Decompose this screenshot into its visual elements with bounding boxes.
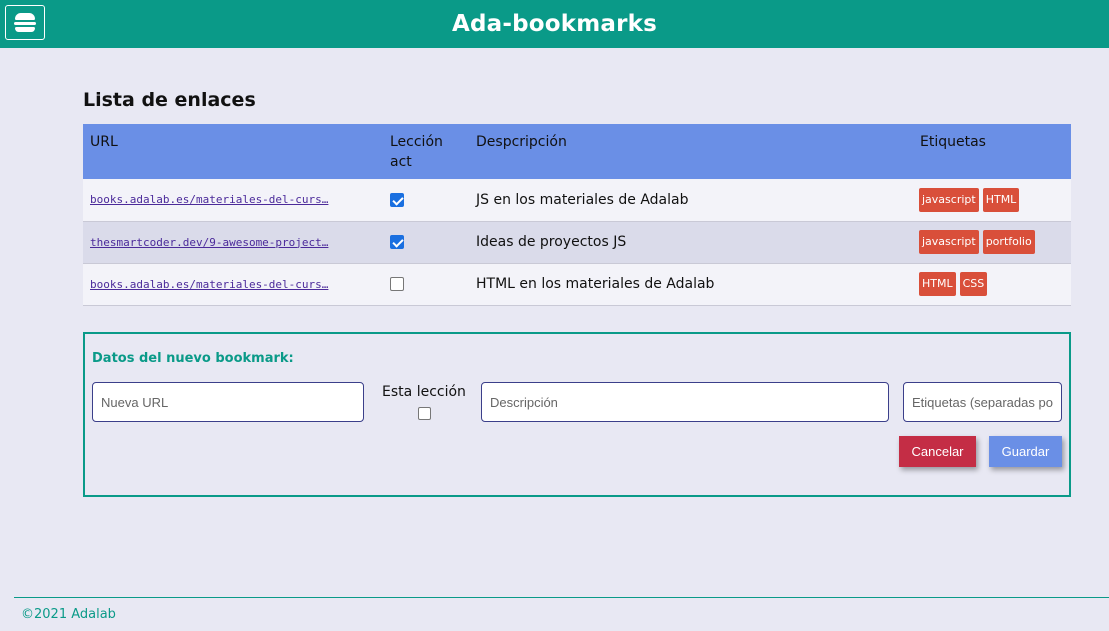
column-header-url: URL: [83, 124, 383, 179]
lesson-checkbox[interactable]: [417, 407, 431, 420]
new-bookmark-form: Datos del nuevo bookmark: Esta lección C…: [83, 332, 1071, 497]
form-title: Datos del nuevo bookmark:: [92, 351, 294, 366]
menu-button[interactable]: [5, 5, 45, 40]
hamburger-icon: [14, 13, 36, 32]
bookmark-tags: javascript HTML: [913, 179, 1071, 222]
table-header-row: URL Lección act Despcripción Etiquetas: [83, 124, 1071, 179]
description-input[interactable]: [481, 382, 889, 422]
footer-divider: [14, 597, 1109, 598]
bookmark-url-link[interactable]: books.adalab.es/materiales-del-curs…: [90, 193, 346, 206]
column-header-tags: Etiquetas: [913, 124, 1071, 179]
table-row: thesmartcoder.dev/9-awesome-project… Ide…: [83, 221, 1071, 264]
bookmark-tags: HTML CSS: [913, 263, 1071, 306]
app-header: Ada-bookmarks: [0, 0, 1109, 48]
lesson-label: Esta lección: [382, 384, 466, 400]
url-input[interactable]: [92, 382, 364, 422]
bookmark-description: Ideas de proyectos JS: [469, 221, 913, 264]
tag-badge: javascript: [919, 230, 979, 254]
table-row: books.adalab.es/materiales-del-curs… JS …: [83, 179, 1071, 222]
bookmark-url-link[interactable]: thesmartcoder.dev/9-awesome-project…: [90, 236, 346, 249]
tags-input[interactable]: [903, 382, 1062, 422]
lesson-field: Esta lección: [381, 384, 467, 420]
tag-badge: CSS: [959, 272, 988, 296]
lesson-checkbox[interactable]: [390, 192, 404, 207]
save-button[interactable]: Guardar: [989, 436, 1062, 467]
bookmark-url-link[interactable]: books.adalab.es/materiales-del-curs…: [90, 278, 346, 291]
tag-badge: portfolio: [982, 230, 1035, 254]
lesson-checkbox[interactable]: [390, 277, 404, 291]
column-header-description: Despcripción: [469, 124, 913, 179]
tag-badge: HTML: [982, 187, 1020, 212]
cancel-button[interactable]: Cancelar: [899, 436, 976, 467]
bookmark-description: HTML en los materiales de Adalab: [469, 263, 913, 306]
footer-copyright: ©2021 Adalab: [21, 607, 116, 622]
bookmark-tags: javascript portfolio: [913, 221, 1071, 264]
tag-badge: HTML: [919, 272, 956, 296]
bookmarks-table: URL Lección act Despcripción Etiquetas b…: [83, 124, 1071, 306]
bookmark-list-title: Lista de enlaces: [83, 89, 256, 111]
table-row: books.adalab.es/materiales-del-curs… HTM…: [83, 263, 1071, 306]
tag-badge: javascript: [919, 187, 979, 212]
lesson-checkbox[interactable]: [390, 235, 404, 249]
bookmark-description: JS en los materiales de Adalab: [469, 179, 913, 222]
app-title: Ada-bookmarks: [451, 11, 658, 37]
column-header-lesson: Lección act: [383, 124, 469, 179]
